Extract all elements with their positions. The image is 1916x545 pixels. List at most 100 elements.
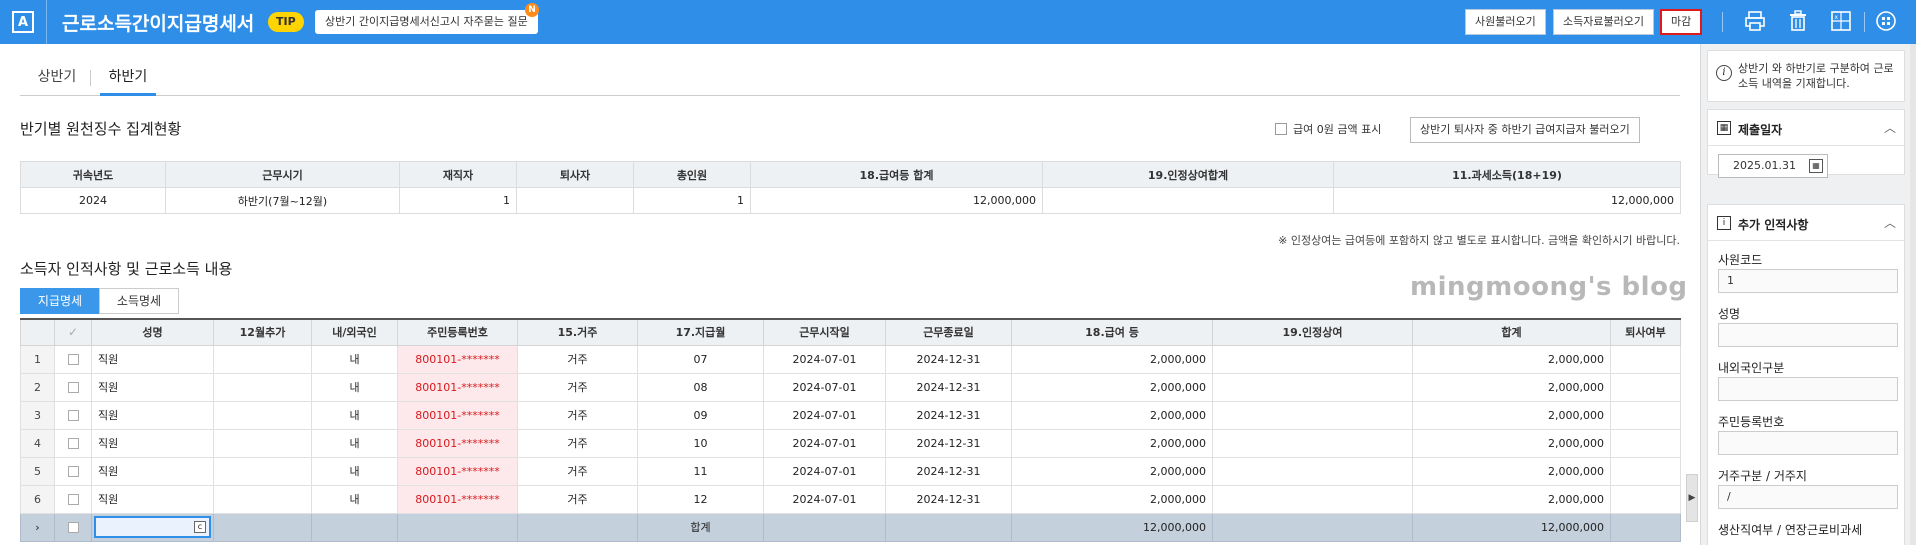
tab-first-half[interactable]: 상반기 <box>32 62 82 96</box>
panel-scrollbar[interactable] <box>1910 44 1916 545</box>
payment-month-cell[interactable]: 12 <box>637 484 764 514</box>
name-cell[interactable]: 직원 <box>91 344 214 374</box>
december-add-cell[interactable] <box>213 428 312 458</box>
employee-code-field[interactable]: 1 <box>1718 269 1898 293</box>
tip-badge[interactable]: TIP <box>268 12 304 32</box>
row-checkbox[interactable] <box>54 372 92 402</box>
salary-cell[interactable]: 2,000,000 <box>1011 428 1213 458</box>
submit-date-input[interactable]: 2025.01.31 ▦ <box>1718 154 1828 178</box>
name-cell[interactable]: 직원 <box>91 372 214 402</box>
submit-date-header[interactable]: ▦ 제출일자 ︿ <box>1708 110 1904 146</box>
payment-month-cell[interactable]: 09 <box>637 400 764 430</box>
table-row[interactable]: 3 직원 내 800101-******* 거주 09 2024-07-01 2… <box>20 400 1681 430</box>
grid-menu-icon[interactable] <box>1874 10 1898 34</box>
payment-month-cell[interactable]: 10 <box>637 428 764 458</box>
work-end-cell[interactable]: 2024-12-31 <box>885 428 1012 458</box>
tab-second-half[interactable]: 하반기 <box>100 62 156 96</box>
tip-link[interactable]: 상반기 간이지급명세서신고시 자주묻는 질문 <box>315 10 538 34</box>
salary-cell[interactable]: 2,000,000 <box>1011 484 1213 514</box>
payment-month-cell[interactable]: 08 <box>637 372 764 402</box>
payment-month-cell[interactable]: 11 <box>637 456 764 486</box>
salary-cell[interactable]: 2,000,000 <box>1011 372 1213 402</box>
table-row[interactable]: 4 직원 내 800101-******* 거주 10 2024-07-01 2… <box>20 428 1681 458</box>
chevron-up-icon[interactable]: ︿ <box>1884 119 1896 136</box>
nationality-cell[interactable]: 내 <box>311 456 398 486</box>
december-add-cell[interactable] <box>213 344 312 374</box>
retired-flag-cell[interactable] <box>1610 344 1681 374</box>
excel-icon[interactable]: x <box>1829 10 1853 34</box>
residence-cell[interactable]: 거주 <box>517 428 638 458</box>
row-checkbox[interactable] <box>54 484 92 514</box>
zero-amount-checkbox[interactable] <box>1275 123 1287 135</box>
row-checkbox[interactable] <box>54 400 92 430</box>
load-retired-employees-button[interactable]: 상반기 퇴사자 중 하반기 급여지급자 불러오기 <box>1410 117 1640 143</box>
row-checkbox[interactable] <box>54 456 92 486</box>
december-add-cell[interactable] <box>213 400 312 430</box>
resident-number-cell[interactable]: 800101-******* <box>397 428 518 458</box>
december-add-cell[interactable] <box>213 484 312 514</box>
load-income-data-button[interactable]: 소득자료불러오기 <box>1553 9 1654 35</box>
nationality-cell[interactable]: 내 <box>311 344 398 374</box>
residence-field[interactable]: / <box>1718 485 1898 509</box>
row-checkbox[interactable] <box>54 428 92 458</box>
work-end-cell[interactable]: 2024-12-31 <box>885 400 1012 430</box>
row-checkbox[interactable] <box>54 344 92 374</box>
salary-cell[interactable]: 2,000,000 <box>1011 456 1213 486</box>
app-logo[interactable]: A <box>12 11 34 33</box>
panel-toggle-handle[interactable]: ▶ <box>1686 474 1698 522</box>
nationality-cell[interactable]: 내 <box>311 484 398 514</box>
name-cell[interactable]: 직원 <box>91 456 214 486</box>
work-start-cell[interactable]: 2024-07-01 <box>763 456 886 486</box>
nationality-cell[interactable]: 내 <box>311 372 398 402</box>
table-row[interactable]: 1 직원 내 800101-******* 거주 07 2024-07-01 2… <box>20 344 1681 374</box>
tab-income-detail[interactable]: 소득명세 <box>99 288 179 314</box>
print-icon[interactable] <box>1743 10 1767 34</box>
retired-flag-cell[interactable] <box>1610 428 1681 458</box>
table-row[interactable]: 6 직원 내 800101-******* 거주 12 2024-07-01 2… <box>20 484 1681 514</box>
salary-cell[interactable]: 2,000,000 <box>1011 400 1213 430</box>
resident-number-cell[interactable]: 800101-******* <box>397 372 518 402</box>
resident-number-cell[interactable]: 800101-******* <box>397 456 518 486</box>
tab-payment-detail[interactable]: 지급명세 <box>20 288 100 314</box>
extra-info-header[interactable]: i 추가 인적사항 ︿ <box>1708 205 1904 241</box>
close-filing-button[interactable]: 마감 <box>1660 9 1703 35</box>
zero-amount-toggle[interactable]: 급여 0원 금액 표시 <box>1275 121 1381 137</box>
work-end-cell[interactable]: 2024-12-31 <box>885 344 1012 374</box>
name-field[interactable] <box>1718 323 1898 347</box>
work-start-cell[interactable]: 2024-07-01 <box>763 428 886 458</box>
residence-cell[interactable]: 거주 <box>517 456 638 486</box>
name-cell[interactable]: 직원 <box>91 400 214 430</box>
bonus-cell[interactable] <box>1212 372 1413 402</box>
retired-flag-cell[interactable] <box>1610 400 1681 430</box>
work-start-cell[interactable]: 2024-07-01 <box>763 484 886 514</box>
residence-cell[interactable]: 거주 <box>517 372 638 402</box>
calendar-picker-icon[interactable]: ▦ <box>1809 159 1823 173</box>
work-end-cell[interactable]: 2024-12-31 <box>885 484 1012 514</box>
select-all-checkbox[interactable]: ✓ <box>54 318 92 346</box>
bonus-cell[interactable] <box>1212 456 1413 486</box>
resident-number-cell[interactable]: 800101-******* <box>397 484 518 514</box>
nationality-field[interactable] <box>1718 377 1898 401</box>
table-row[interactable]: 5 직원 내 800101-******* 거주 11 2024-07-01 2… <box>20 456 1681 486</box>
retired-flag-cell[interactable] <box>1610 456 1681 486</box>
salary-cell[interactable]: 2,000,000 <box>1011 344 1213 374</box>
work-start-cell[interactable]: 2024-07-01 <box>763 372 886 402</box>
name-input-cell[interactable]: c <box>91 512 214 542</box>
payment-month-cell[interactable]: 07 <box>637 344 764 374</box>
resident-number-cell[interactable]: 800101-******* <box>397 344 518 374</box>
table-row[interactable]: 2 직원 내 800101-******* 거주 08 2024-07-01 2… <box>20 372 1681 402</box>
bonus-cell[interactable] <box>1212 344 1413 374</box>
december-add-cell[interactable] <box>213 456 312 486</box>
work-end-cell[interactable]: 2024-12-31 <box>885 456 1012 486</box>
bonus-cell[interactable] <box>1212 428 1413 458</box>
december-add-cell[interactable] <box>213 372 312 402</box>
work-start-cell[interactable]: 2024-07-01 <box>763 344 886 374</box>
code-lookup-icon[interactable]: c <box>194 521 206 533</box>
resident-number-field[interactable] <box>1718 431 1898 455</box>
work-start-cell[interactable]: 2024-07-01 <box>763 400 886 430</box>
retired-flag-cell[interactable] <box>1610 484 1681 514</box>
retired-flag-cell[interactable] <box>1610 372 1681 402</box>
load-employees-button[interactable]: 사원불러오기 <box>1465 9 1546 35</box>
work-end-cell[interactable]: 2024-12-31 <box>885 372 1012 402</box>
nationality-cell[interactable]: 내 <box>311 400 398 430</box>
